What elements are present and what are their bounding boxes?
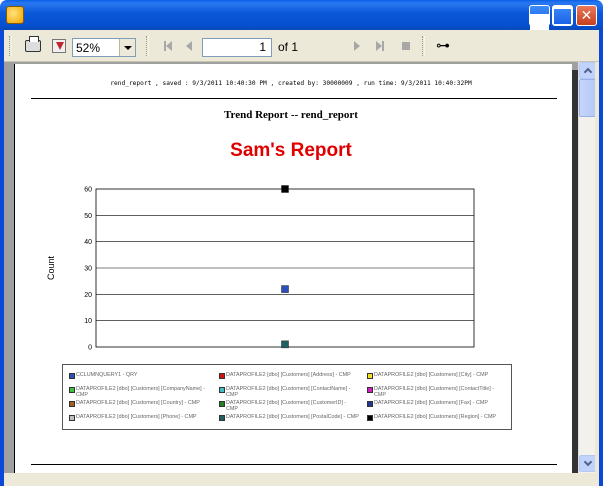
first-page-icon[interactable] — [164, 41, 172, 51]
legend-swatch — [367, 372, 373, 379]
binoculars-icon[interactable]: ⊶ — [436, 38, 454, 54]
trend-chart: 0 10 20 30 40 50 60 Count — [46, 185, 475, 352]
chevron-up-icon — [583, 67, 592, 77]
legend-label: DATAPROFILE2 [dbo] [Customers] [Fax] - C… — [374, 400, 488, 406]
divider — [31, 98, 557, 99]
legend-swatch — [69, 386, 75, 393]
zoom-select[interactable]: 52% — [72, 38, 136, 57]
window-bottom-edge — [4, 473, 599, 486]
close-button[interactable]: ✕ — [576, 5, 597, 26]
y-tick-label: 50 — [84, 213, 92, 220]
report-header-line: rend_report , saved : 9/3/2011 10:40:30 … — [110, 80, 472, 87]
toolbar-grip — [9, 36, 12, 56]
stop-icon[interactable] — [402, 41, 410, 50]
report-viewport: rend_report , saved : 9/3/2011 10:40:30 … — [4, 62, 578, 473]
legend-item: DATAPROFILE2 [dbo] [Customers] [Customer… — [219, 400, 359, 412]
report-page: rend_report , saved : 9/3/2011 10:40:30 … — [14, 64, 572, 473]
legend-item: DATAPROFILE2 [dbo] [Customers] [PostalCo… — [219, 414, 359, 421]
scroll-down-button[interactable] — [579, 455, 596, 472]
legend-label: DATAPROFILE2 [dbo] [Customers] [PostalCo… — [226, 414, 359, 420]
chevron-down-icon[interactable] — [119, 39, 135, 56]
maximize-button[interactable] — [552, 5, 573, 26]
legend-item: DATAPROFILE2 [dbo] [Customers] [Country]… — [69, 400, 209, 407]
vertical-scrollbar[interactable] — [578, 62, 596, 473]
last-page-icon[interactable] — [376, 41, 384, 51]
legend-item: DATAPROFILE2 [dbo] [Customers] [Address]… — [219, 372, 359, 379]
legend-swatch — [367, 386, 373, 393]
toolbar-separator — [146, 36, 149, 56]
legend-label: DATAPROFILE2 [dbo] [Customers] [Region] … — [374, 414, 497, 420]
legend-item: DATAPROFILE2 [dbo] [Customers] [ContactN… — [219, 386, 359, 398]
legend-swatch — [219, 414, 225, 421]
legend-label: DATAPROFILE2 [dbo] [Customers] [Address]… — [226, 372, 351, 378]
page-count-label: of 1 — [278, 40, 299, 54]
window-edge — [595, 62, 599, 473]
scrollbar-thumb[interactable] — [579, 79, 596, 117]
legend-item: DATAPROFILE2 [dbo] [Customers] [CompanyN… — [69, 386, 209, 398]
zoom-value: 52% — [76, 41, 101, 55]
chart-legend: CCLUMNQUERY1 - QRY DATAPROFILE2 [dbo] [Cu… — [62, 364, 512, 430]
y-tick-label: 0 — [88, 345, 92, 352]
next-page-icon[interactable] — [354, 41, 360, 51]
legend-label: DATAPROFILE2 [dbo] [Customers] [CompanyN… — [76, 386, 205, 398]
legend-swatch — [219, 400, 225, 407]
legend-label: DATAPROFILE2 [dbo] [Customers] [ContactN… — [226, 386, 351, 398]
legend-item: DATAPROFILE2 [dbo] [Customers] [Region] … — [367, 414, 507, 421]
legend-swatch — [367, 414, 373, 421]
legend-swatch — [69, 372, 75, 379]
data-point[interactable] — [281, 185, 289, 193]
legend-label: DATAPROFILE2 [dbo] [Customers] [ContactT… — [374, 386, 495, 398]
minimize-button[interactable] — [529, 5, 550, 33]
legend-item: DATAPROFILE2 [dbo] [Customers] [Fax] - C… — [367, 400, 507, 407]
toolbar-separator — [422, 36, 425, 56]
legend-item: CCLUMNQUERY1 - QRY — [69, 372, 209, 379]
legend-label: DATAPROFILE2 [dbo] [Customers] [City] - … — [374, 372, 489, 378]
printer-icon[interactable] — [24, 36, 42, 55]
app-icon — [6, 6, 24, 24]
legend-label: DATAPROFILE2 [dbo] [Customers] [Phone] -… — [76, 414, 197, 420]
report-title: Trend Report -- rend_report — [224, 109, 358, 121]
legend-swatch — [367, 400, 373, 407]
legend-swatch — [219, 372, 225, 379]
y-tick-label: 60 — [84, 187, 92, 194]
legend-item: DATAPROFILE2 [dbo] [Customers] [Phone] -… — [69, 414, 209, 421]
prev-page-icon[interactable] — [186, 41, 192, 51]
legend-label: CCLUMNQUERY1 - QRY — [76, 372, 138, 378]
legend-swatch — [69, 414, 75, 421]
chart-title: Sam's Report — [230, 140, 352, 161]
y-tick-label: 30 — [84, 266, 92, 273]
legend-label: DATAPROFILE2 [dbo] [Customers] [Country]… — [76, 400, 200, 406]
y-axis-label: Count — [46, 256, 56, 281]
data-point[interactable] — [281, 340, 289, 349]
report-toolbar: 52% 1 of 1 ⊶ — [4, 30, 599, 62]
divider — [31, 464, 557, 465]
window-frame-right — [599, 30, 603, 486]
page-number-input[interactable]: 1 — [202, 38, 272, 57]
legend-swatch — [219, 386, 225, 393]
legend-label: DATAPROFILE2 [dbo] [Customers] [Customer… — [226, 400, 347, 412]
legend-item: DATAPROFILE2 [dbo] [Customers] [ContactT… — [367, 386, 507, 398]
legend-swatch — [69, 400, 75, 407]
y-tick-label: 10 — [84, 318, 92, 325]
data-point[interactable] — [281, 285, 289, 293]
window-title-bar: ✕ — [0, 0, 603, 33]
export-icon[interactable] — [50, 37, 68, 55]
legend-item: DATAPROFILE2 [dbo] [Customers] [City] - … — [367, 372, 507, 379]
y-tick-label: 40 — [84, 239, 92, 246]
chevron-down-icon — [583, 457, 592, 467]
scroll-up-button[interactable] — [579, 62, 596, 79]
y-tick-label: 20 — [84, 292, 92, 299]
